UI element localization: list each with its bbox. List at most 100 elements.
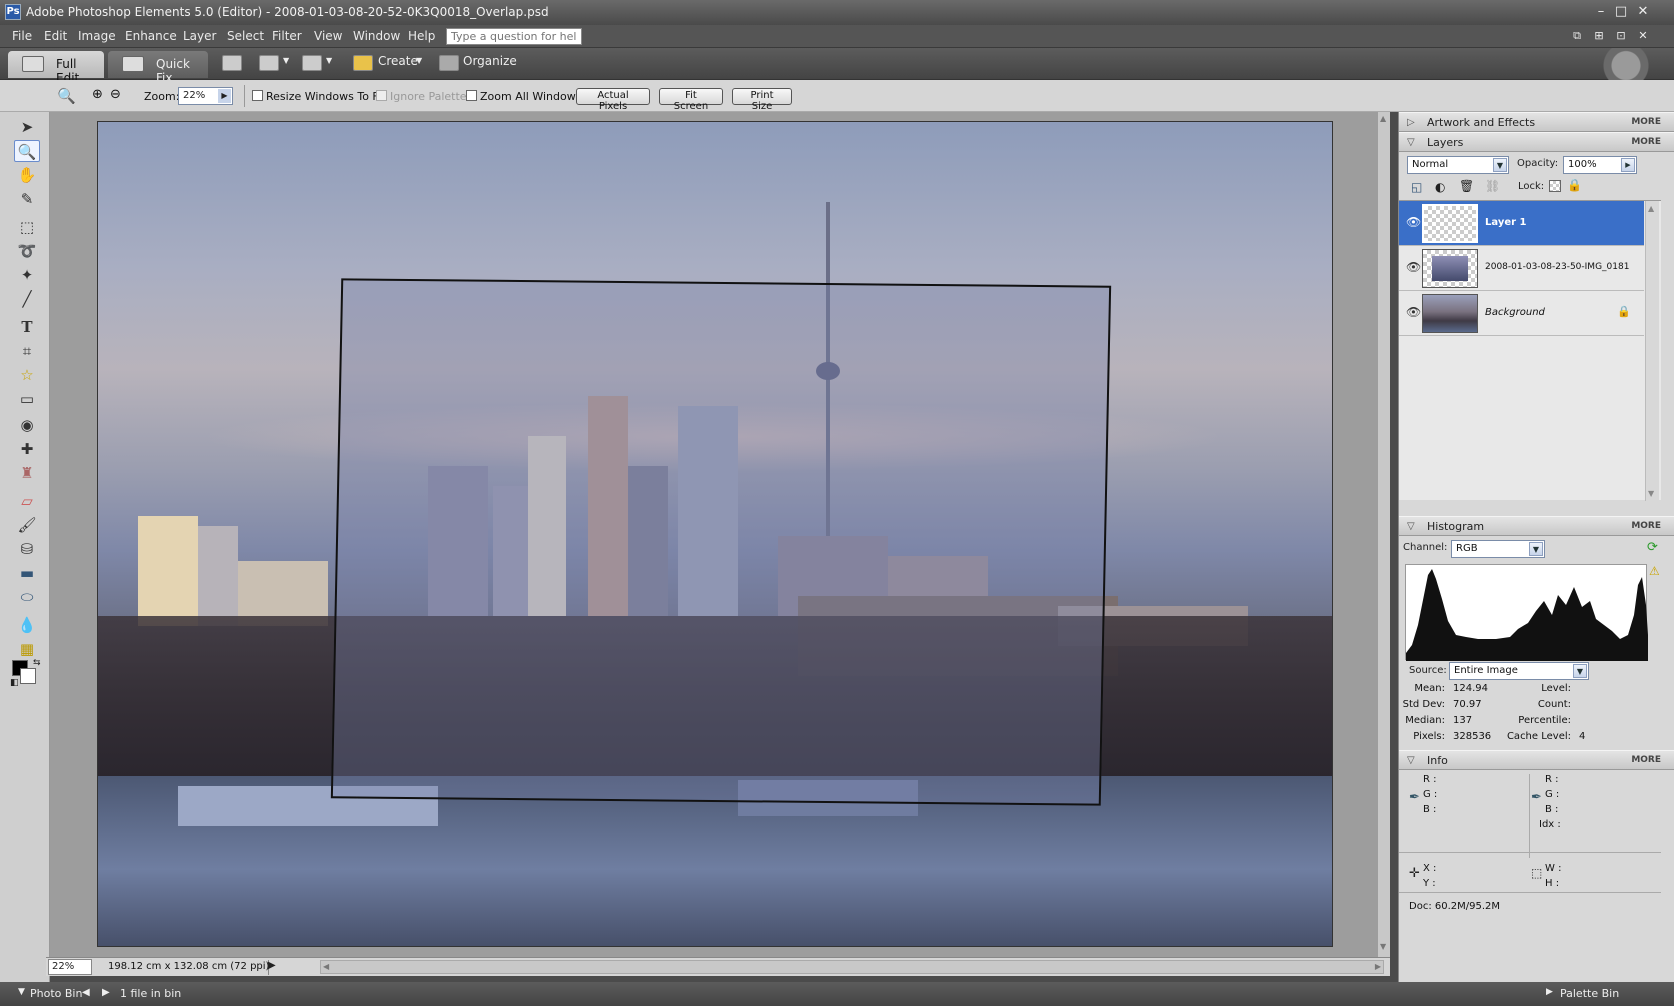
layer1-overlay-frame[interactable] [330, 278, 1112, 806]
photo-bin-button[interactable]: Photo Bin [30, 987, 82, 1000]
scroll-down-icon[interactable]: ▼ [1380, 942, 1386, 951]
create-button[interactable]: Create [378, 54, 418, 68]
layers-header[interactable]: ▽ Layers MORE [1399, 132, 1674, 152]
photo-bin-toggle-icon[interactable]: ▼ [18, 987, 25, 997]
chevron-down-icon[interactable]: ▼ [1573, 664, 1587, 678]
eye-icon[interactable]: 👁 [1406, 215, 1421, 229]
zoom-all-windows-checkbox[interactable] [466, 90, 477, 101]
minimize-icon[interactable]: – [1592, 3, 1610, 21]
print-size-button[interactable]: Print Size [732, 88, 792, 112]
info-more-button[interactable]: MORE [1631, 755, 1661, 765]
scroll-up-icon[interactable]: ▲ [1380, 114, 1386, 123]
expand-triangle-icon[interactable]: ▽ [1407, 521, 1415, 532]
vertical-scrollbar[interactable]: ▲ ▼ [1378, 112, 1390, 957]
link-icon[interactable]: ⛓ [1485, 179, 1500, 193]
lasso-tool-icon[interactable]: ➰ [14, 240, 40, 262]
menu-edit[interactable]: Edit [44, 29, 67, 43]
marquee-tool-icon[interactable]: ⬚ [14, 216, 40, 238]
layer-row-layer1[interactable]: 👁 Layer 1 [1399, 201, 1644, 246]
layers-scrollbar[interactable]: ▲ ▼ [1645, 201, 1659, 501]
background-color-swatch[interactable] [20, 668, 36, 684]
zoom-tool-button-icon[interactable]: 🔍 [14, 140, 40, 162]
print-icon[interactable] [222, 55, 242, 71]
cookie-cutter-tool-icon[interactable]: ☆ [14, 364, 40, 386]
zoom-arrow-icon[interactable]: ▶ [218, 89, 231, 103]
doc-close-icon[interactable]: ✕ [1634, 27, 1652, 45]
doc-maximize-icon[interactable]: ⊡ [1612, 27, 1630, 45]
doc-restore-icon[interactable]: ⧉ [1568, 27, 1586, 45]
histogram-header[interactable]: ▽ Histogram MORE [1399, 516, 1674, 536]
eyedropper-tool-icon[interactable]: ✎ [14, 188, 40, 210]
create-dropdown-icon[interactable]: ▼ [416, 56, 422, 65]
info-header[interactable]: ▽ Info MORE [1399, 750, 1674, 770]
scroll-right-icon[interactable]: ▶ [1375, 962, 1381, 971]
magic-wand-tool-icon[interactable]: ✦ [14, 264, 40, 286]
crop-tool-icon[interactable]: ⌗ [14, 340, 40, 362]
quick-fix-tab[interactable]: Quick Fix [108, 51, 208, 85]
palette-bin-button[interactable]: Palette Bin [1560, 987, 1619, 1000]
menu-file[interactable]: File [12, 29, 32, 43]
menu-help[interactable]: Help [408, 29, 435, 43]
default-colors-icon[interactable]: ◧ [10, 678, 19, 688]
palette-bin-toggle-icon[interactable]: ▶ [1546, 987, 1553, 997]
share-dropdown-icon[interactable]: ▼ [283, 56, 289, 65]
trash-icon[interactable]: 🗑 [1459, 179, 1474, 193]
opacity-input[interactable]: 100% ▶ [1563, 156, 1637, 174]
scroll-up-icon[interactable]: ▲ [1648, 204, 1654, 213]
channel-select[interactable]: RGB ▼ [1451, 540, 1545, 558]
close-icon[interactable]: ✕ [1634, 3, 1652, 21]
artwork-more-button[interactable]: MORE [1631, 117, 1661, 127]
maximize-icon[interactable]: □ [1612, 3, 1630, 21]
healing-brush-tool-icon[interactable]: ✚ [14, 438, 40, 460]
zoom-in-icon[interactable]: ⊕ [92, 87, 103, 102]
previous-photo-icon[interactable]: ◀ [82, 987, 90, 998]
menu-enhance[interactable]: Enhance [125, 29, 177, 43]
ignore-palettes-checkbox[interactable] [376, 90, 387, 101]
horizontal-scrollbar[interactable]: ◀ ▶ [320, 960, 1384, 974]
status-zoom-field[interactable]: 22% [48, 959, 92, 975]
menu-view[interactable]: View [314, 29, 342, 43]
share-icon[interactable] [259, 55, 279, 71]
zoom-out-icon[interactable]: ⊖ [110, 87, 121, 102]
source-select[interactable]: Entire Image ▼ [1449, 662, 1589, 680]
expand-triangle-icon[interactable]: ▽ [1407, 137, 1415, 148]
sponge-tool-icon[interactable]: ▦ [14, 638, 40, 660]
straighten-tool-icon[interactable]: ▭ [14, 388, 40, 410]
refresh-icon[interactable]: ⟳ [1647, 540, 1658, 555]
status-menu-arrow-icon[interactable]: ▶ [268, 960, 276, 971]
layer-row-img0181[interactable]: 👁 2008-01-03-08-23-50-IMG_0181 [1399, 246, 1644, 291]
email-dropdown-icon[interactable]: ▼ [326, 56, 332, 65]
chevron-down-icon[interactable]: ▼ [1529, 542, 1543, 556]
tile-icon[interactable]: ⊞ [1590, 27, 1608, 45]
gradient-tool-icon[interactable]: ▬ [14, 562, 40, 584]
hand-tool-icon[interactable]: ✋ [14, 164, 40, 186]
layers-more-button[interactable]: MORE [1631, 137, 1661, 147]
menu-image[interactable]: Image [78, 29, 116, 43]
create-icon[interactable] [353, 55, 373, 71]
full-edit-tab[interactable]: Full Edit [8, 51, 104, 85]
red-eye-tool-icon[interactable]: ◉ [14, 414, 40, 436]
swap-colors-icon[interactable]: ⇆ [33, 658, 41, 668]
organize-button[interactable]: Organize [463, 54, 517, 68]
histogram-more-button[interactable]: MORE [1631, 521, 1661, 531]
warning-icon[interactable]: ⚠ [1649, 564, 1660, 578]
blend-mode-select[interactable]: Normal ▼ [1407, 156, 1509, 174]
eraser-tool-icon[interactable]: ▱ [14, 490, 40, 512]
lock-all-icon[interactable]: 🔒 [1567, 178, 1582, 192]
scroll-left-icon[interactable]: ◀ [323, 962, 329, 971]
eye-icon[interactable]: 👁 [1406, 305, 1421, 319]
menu-window[interactable]: Window [353, 29, 400, 43]
eye-icon[interactable]: 👁 [1406, 260, 1421, 274]
expand-triangle-icon[interactable]: ▽ [1407, 755, 1415, 766]
eyedropper-icon[interactable]: ✒ [1409, 790, 1420, 805]
collapse-triangle-icon[interactable]: ▷ [1407, 117, 1415, 128]
menu-select[interactable]: Select [227, 29, 264, 43]
selection-brush-tool-icon[interactable]: ╱ [14, 288, 40, 310]
opacity-arrow-icon[interactable]: ▶ [1621, 158, 1635, 172]
adjustment-layer-icon[interactable]: ◐ [1435, 180, 1445, 194]
brush-tool-icon[interactable]: 🖌 [14, 514, 40, 536]
next-photo-icon[interactable]: ▶ [102, 987, 110, 998]
blur-tool-icon[interactable]: 💧 [14, 614, 40, 636]
clone-stamp-tool-icon[interactable]: ♜ [14, 462, 40, 484]
scroll-down-icon[interactable]: ▼ [1648, 489, 1654, 498]
